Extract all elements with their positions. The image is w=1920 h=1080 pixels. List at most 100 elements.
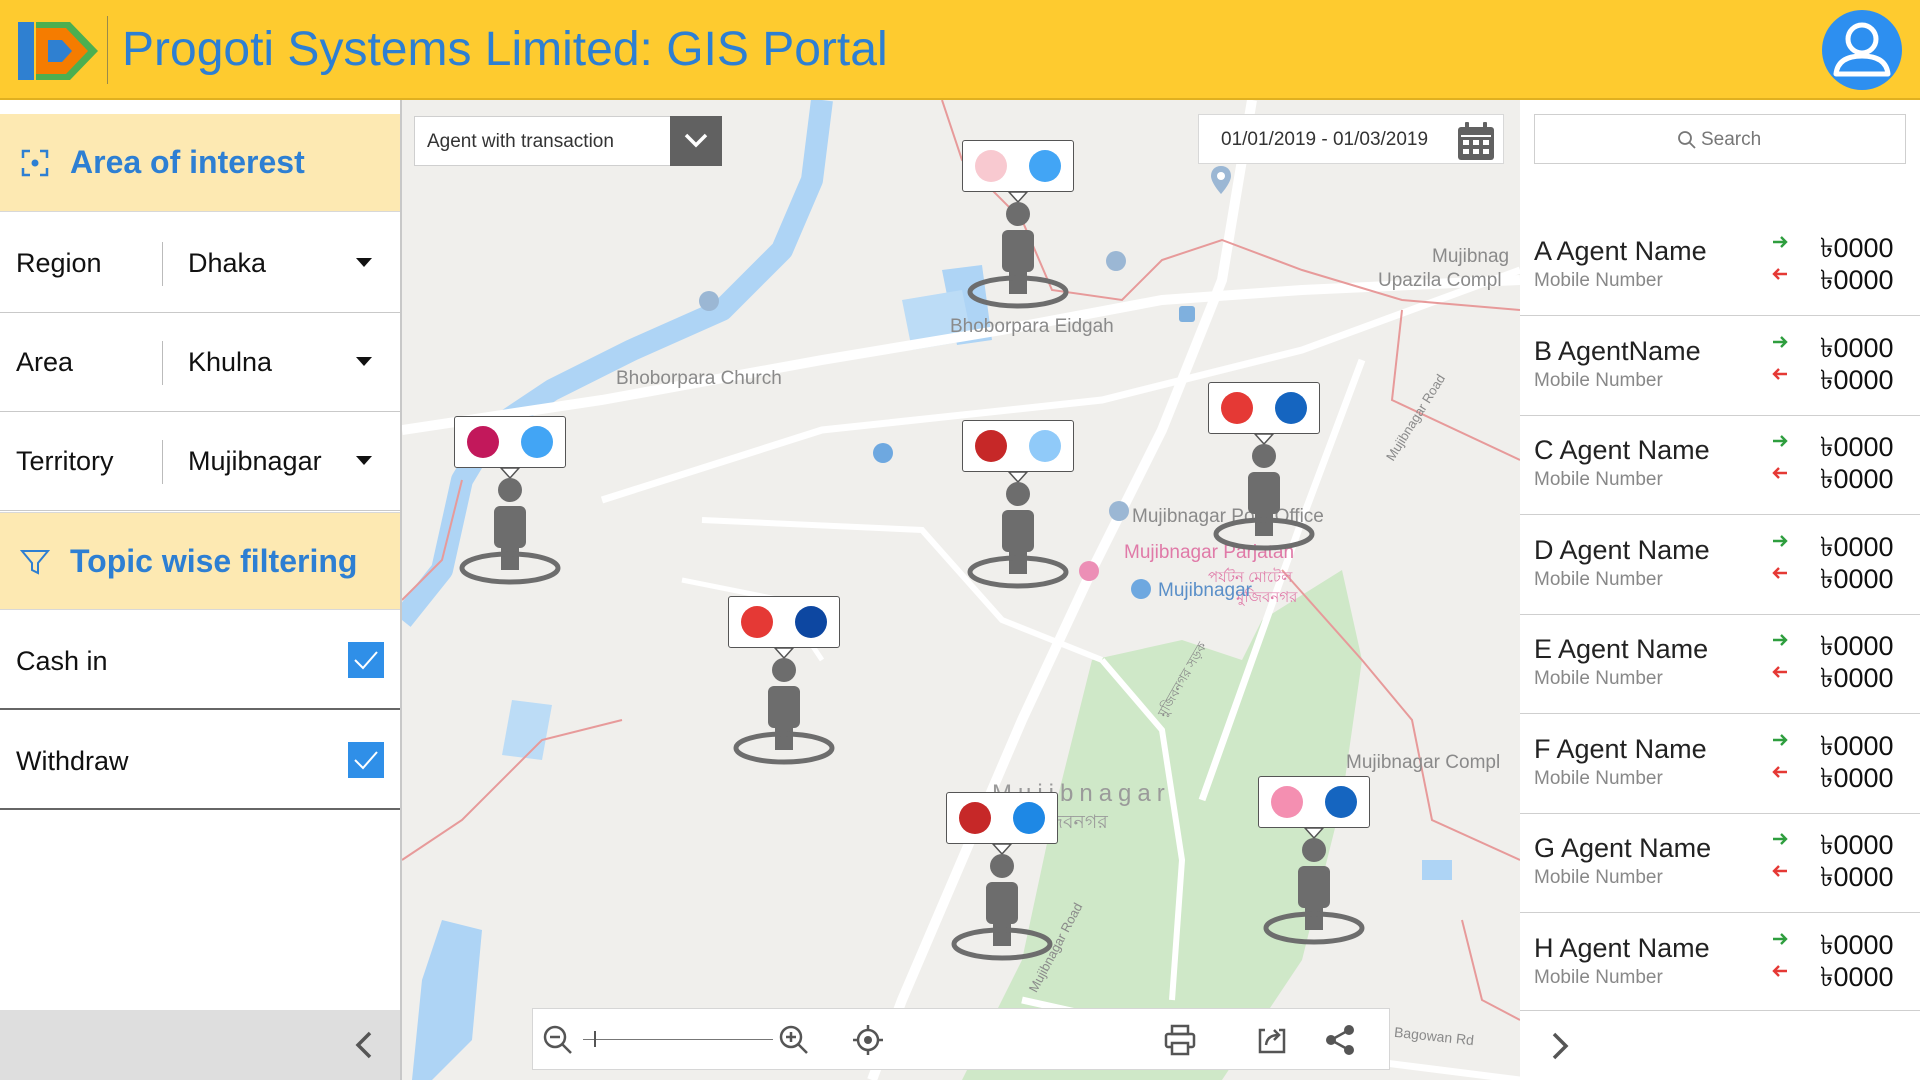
withdraw-arrow-icon <box>1772 964 1787 977</box>
withdraw-checkbox[interactable] <box>348 742 384 778</box>
agent-marker[interactable] <box>960 420 1076 590</box>
agent-name: D Agent Name <box>1534 534 1710 565</box>
layer-dropdown-value: Agent with transaction <box>427 131 614 152</box>
agent-row[interactable]: C Agent Name Mobile Number ৳0000 ৳0000 <box>1520 415 1920 515</box>
search-input[interactable]: Search <box>1534 114 1906 164</box>
caret-down-icon[interactable] <box>356 456 372 465</box>
export-icon[interactable] <box>1255 1023 1289 1057</box>
cash-in-filter[interactable]: Cash in <box>0 610 400 710</box>
withdraw-dot <box>1275 392 1307 424</box>
agent-list-panel: Search A Agent Name Mobile Number ৳0000 ৳00… <box>1520 100 1920 1080</box>
area-of-interest-header[interactable]: Area of interest <box>0 114 400 212</box>
filter-divider <box>162 440 163 484</box>
withdraw-dot <box>795 606 827 638</box>
cash-in-dot <box>1221 392 1253 424</box>
withdraw-arrow-icon <box>1772 666 1787 678</box>
agent-row[interactable]: H Agent Name Mobile Number ৳0000 ৳0000 <box>1520 913 1920 1013</box>
agent-row[interactable]: A Agent Name Mobile Number ৳0000 ৳0000 <box>1520 216 1920 316</box>
region-filter[interactable]: Region Dhaka <box>0 214 400 313</box>
map-label-eidgah: Bhoborpara Eidgah <box>950 316 1114 337</box>
withdraw-amount: ৳0000 <box>1820 464 1894 494</box>
agent-marker[interactable] <box>960 140 1076 310</box>
map-label-upazila-2: Upazila Compl <box>1378 270 1502 291</box>
region-select[interactable]: Dhaka <box>188 248 266 279</box>
zoom-in-icon[interactable] <box>777 1023 811 1057</box>
zoom-slider-thumb[interactable] <box>594 1031 597 1047</box>
cash-in-dot <box>467 426 499 458</box>
agent-person-icon <box>951 843 1053 961</box>
chevron-right-icon[interactable] <box>1542 1029 1576 1063</box>
cash-in-arrow-icon <box>1773 236 1788 248</box>
map-view[interactable]: Bhoborpara Church Bhoborpara Eidgah Muji… <box>402 100 1520 1080</box>
header-divider <box>107 16 108 84</box>
withdraw-arrow-icon <box>1772 467 1787 479</box>
withdraw-dot <box>1029 150 1061 182</box>
agent-marker[interactable] <box>1256 776 1372 946</box>
zoom-out-icon[interactable] <box>541 1023 575 1057</box>
church-poi-icon[interactable] <box>698 290 720 312</box>
agent-name: A Agent Name <box>1534 236 1707 266</box>
cash-in-arrow-icon <box>1773 634 1788 646</box>
agent-row[interactable]: B AgentName Mobile Number ৳0000 ৳0000 <box>1520 316 1920 416</box>
topic-filter-title: Topic wise filtering <box>70 543 358 579</box>
cash-in-dot <box>959 802 991 834</box>
chevron-down-icon[interactable] <box>670 116 722 166</box>
search-icon <box>1678 131 1696 149</box>
withdraw-amount: ৳0000 <box>1820 563 1894 594</box>
map-label-mujibnagar: Mujibnagar <box>1158 580 1252 601</box>
agent-row[interactable]: F Agent Name Mobile Number ৳0000 ৳0000 <box>1520 714 1920 814</box>
withdraw-label: Withdraw <box>16 746 129 776</box>
agent-mobile: Mobile Number <box>1534 668 1663 689</box>
area-filter[interactable]: Area Khulna <box>0 313 400 412</box>
cash-in-label: Cash in <box>16 646 108 676</box>
layer-dropdown[interactable]: Agent with transaction <box>414 116 722 166</box>
share-icon[interactable] <box>1323 1023 1357 1057</box>
date-range-picker[interactable]: 01/01/2019 - 01/03/2019 <box>1198 114 1504 164</box>
agent-name: E Agent Name <box>1534 634 1709 664</box>
agent-row[interactable]: E Agent Name Mobile Number ৳0000 ৳0000 <box>1520 614 1920 714</box>
agent-name: C Agent Name <box>1534 435 1710 465</box>
map-pin-icon[interactable] <box>1210 165 1232 195</box>
agent-person-icon <box>1213 433 1315 551</box>
filter-divider <box>162 242 163 286</box>
poi-icon[interactable] <box>872 442 894 464</box>
agent-marker[interactable] <box>726 596 842 766</box>
agent-mobile: Mobile Number <box>1534 767 1663 789</box>
agent-row[interactable]: D Agent Name Mobile Number ৳0000 ৳0000 <box>1520 515 1920 615</box>
cash-in-dot <box>741 606 773 638</box>
withdraw-dot <box>1325 786 1357 818</box>
territory-select[interactable]: Mujibnagar <box>188 446 322 477</box>
cash-in-dot <box>975 430 1007 462</box>
right-panel-footer <box>1520 1010 1920 1080</box>
cash-in-arrow-icon <box>1773 932 1788 945</box>
printer-icon[interactable] <box>1163 1023 1197 1057</box>
cash-in-arrow-icon <box>1773 534 1788 547</box>
cash-in-arrow-icon <box>1773 435 1788 447</box>
area-select[interactable]: Khulna <box>188 347 272 378</box>
building-poi-icon[interactable] <box>1178 305 1196 323</box>
agent-marker[interactable] <box>452 416 568 586</box>
funnel-icon <box>20 550 50 575</box>
hotel-poi-icon[interactable] <box>1078 560 1100 582</box>
territory-filter[interactable]: Territory Mujibnagar <box>0 412 400 511</box>
calendar-icon[interactable] <box>1455 120 1497 162</box>
withdraw-dot <box>521 426 553 458</box>
withdraw-dot <box>1029 430 1061 462</box>
user-avatar-icon[interactable] <box>1822 10 1902 90</box>
post-office-poi-icon[interactable] <box>1108 500 1130 522</box>
caret-down-icon[interactable] <box>356 258 372 267</box>
chevron-left-icon[interactable] <box>348 1028 382 1062</box>
agent-row[interactable]: G Agent Name Mobile Number ৳0000 ৳0000 <box>1520 813 1920 913</box>
agent-marker[interactable] <box>1206 382 1322 552</box>
topic-filter-header[interactable]: Topic wise filtering <box>0 512 400 610</box>
landmark-poi-icon[interactable] <box>1130 578 1152 600</box>
caret-down-icon[interactable] <box>356 357 372 366</box>
withdraw-filter[interactable]: Withdraw <box>0 710 400 810</box>
agent-marker[interactable] <box>944 792 1060 962</box>
zoom-slider-track[interactable] <box>583 1039 773 1040</box>
crosshair-icon[interactable] <box>851 1023 885 1057</box>
cash-in-checkbox[interactable] <box>348 642 384 678</box>
agent-mobile: Mobile Number <box>1534 369 1663 391</box>
eidgah-poi-icon[interactable] <box>1105 250 1127 272</box>
cash-in-dot <box>975 150 1007 182</box>
